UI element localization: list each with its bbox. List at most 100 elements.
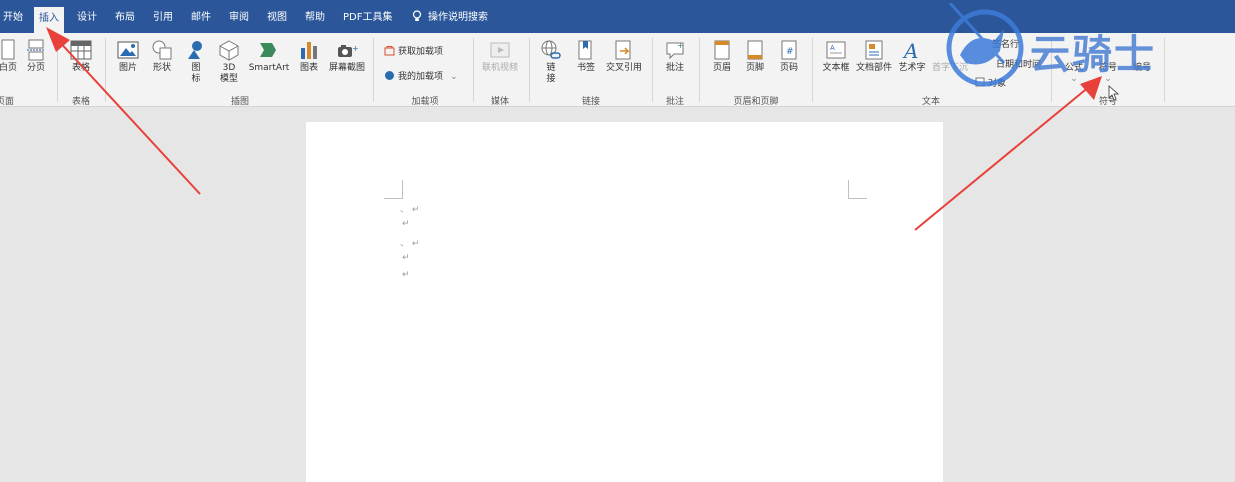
cube-icon [219,40,239,61]
separator [812,38,813,102]
cross-reference-button[interactable]: 交叉引用 [603,39,645,74]
icons-icon [188,41,202,59]
tab-help[interactable]: 帮助 [305,0,325,33]
margin-corner-top-right [848,180,867,199]
tab-insert[interactable]: 插入 [34,7,64,33]
textbox-label: 文本框 [822,63,850,73]
group-links-label: 链接 [581,97,600,107]
link-label-1: 链 [546,63,556,73]
svg-text:+: + [352,44,358,53]
tell-me-search[interactable]: 操作说明搜索 [412,0,488,33]
bookmark-label: 书签 [576,63,595,73]
header-label: 页眉 [712,63,731,73]
blank-page-label: 白页 [0,63,17,73]
group-text-label: 文本 [921,97,940,107]
wordart-label: 艺术字 [898,63,926,73]
smartart-button[interactable]: SmartArt [246,39,292,74]
page-number-label: 页码 [779,63,798,73]
group-header-footer-label: 页眉和页脚 [733,97,779,107]
tab-references[interactable]: 引用 [153,0,173,33]
blank-page-icon [1,39,15,60]
svg-text:A: A [902,39,918,61]
store-icon [384,46,395,56]
tab-layout[interactable]: 布局 [115,0,135,33]
svg-text:+: + [677,41,684,50]
quick-parts-button[interactable]: 文档部件 [854,39,894,74]
my-addins-label: 我的加载项 [398,72,444,82]
textbox-button[interactable]: A 文本框 [819,39,853,74]
tab-review[interactable]: 审阅 [229,0,249,33]
3d-models-button[interactable]: 3D 模型 [215,39,243,85]
screenshot-button[interactable]: + 屏幕截图 [326,39,368,74]
shapes-icon [152,40,172,60]
group-media-label: 媒体 [490,97,509,107]
footer-label: 页脚 [745,63,764,73]
link-globe-icon [541,40,561,59]
paragraph-mark: ↵ [402,219,410,229]
picture-icon [117,41,139,59]
shapes-label: 形状 [152,63,171,73]
tab-home[interactable]: 开始 [3,0,23,33]
separator [473,38,474,102]
table-button[interactable]: 表格 [64,39,98,74]
3d-models-label-2: 模型 [219,74,238,84]
cross-reference-label: 交叉引用 [605,63,642,73]
quick-parts-icon [865,40,883,60]
smartart-label: SmartArt [248,63,290,73]
tab-mailings[interactable]: 邮件 [191,0,211,33]
wordart-button[interactable]: A 艺术字 [896,39,928,74]
paragraph-mark: 、 ↵ [400,239,420,249]
my-addins-button[interactable]: 我的加载项 ⌄ [384,69,458,82]
svg-text:A: A [830,44,835,52]
page-number-button[interactable]: # 页码 [775,39,803,74]
separator [373,38,374,102]
page-break-button[interactable]: 分页 [22,39,50,74]
separator [652,38,653,102]
blank-page-button[interactable]: 白页 [0,39,20,74]
cross-reference-icon [615,40,631,60]
quick-parts-label: 文档部件 [855,63,892,73]
group-comments-label: 批注 [665,97,684,107]
wordart-icon: A [902,39,918,61]
shapes-button[interactable]: 形状 [148,39,176,74]
page-break-icon [27,39,45,61]
paragraph-mark: 、 ↵ [400,205,420,215]
icons-button[interactable]: 图 标 [183,39,209,85]
tab-view[interactable]: 视图 [267,0,287,33]
online-video-button[interactable]: 联机视频 [478,39,522,74]
chart-button[interactable]: 图表 [295,39,323,74]
table-label: 表格 [71,63,90,73]
header-button[interactable]: 页眉 [708,39,736,74]
footer-button[interactable]: 页脚 [741,39,769,74]
page-number-icon: # [781,40,797,60]
link-button[interactable]: 链 接 [538,39,564,85]
separator [529,38,530,102]
bookmark-button[interactable]: 书签 [573,39,599,74]
camera-icon: + [338,44,358,57]
page-break-label: 分页 [26,63,45,73]
table-icon [70,40,92,60]
group-table-label: 表格 [71,97,90,107]
screenshot-label: 屏幕截图 [328,63,365,73]
tab-pdf-tools[interactable]: PDF工具集 [343,0,392,33]
online-video-label: 联机视频 [481,63,518,73]
lightbulb-icon [412,10,422,21]
comment-icon: + [666,41,684,60]
mouse-cursor-icon [1108,85,1120,101]
tab-design[interactable]: 设计 [77,0,97,33]
pictures-button[interactable]: 图片 [114,39,142,74]
get-addins-label: 获取加载项 [398,47,444,57]
comment-label: 批注 [665,63,684,73]
header-icon [714,40,730,60]
watermark-text: 云骑士 [1030,32,1156,78]
margin-corner-top-left [384,180,403,199]
chart-label: 图表 [299,63,318,73]
group-illustrations-label: 插图 [230,97,249,107]
group-addins-label: 加载项 [411,97,439,107]
comment-button[interactable]: + 批注 [661,39,689,74]
bookmark-icon [578,40,592,60]
document-page[interactable] [306,122,943,482]
separator [105,38,106,102]
textbox-icon: A [826,41,846,59]
get-addins-button[interactable]: 获取加载项 [384,44,443,57]
